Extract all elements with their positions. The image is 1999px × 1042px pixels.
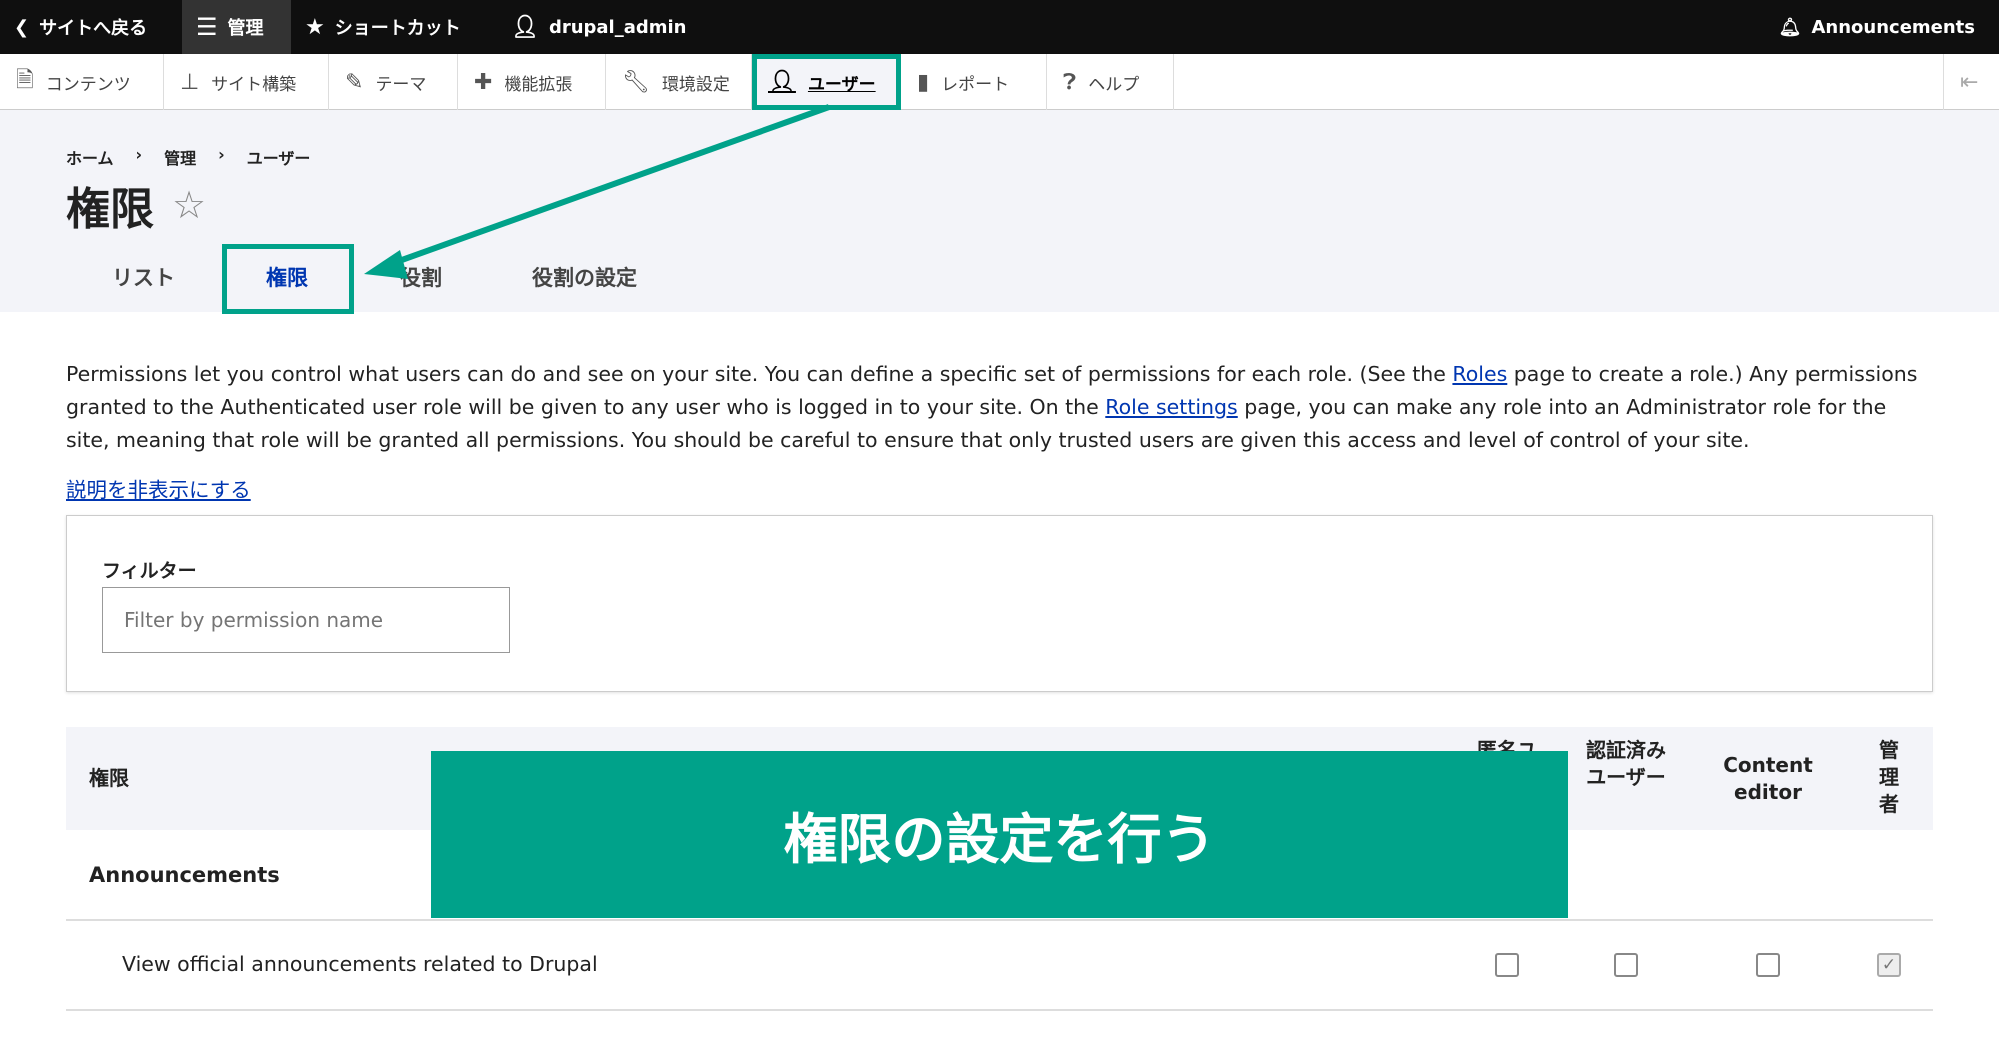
header-administrator: 管理者 [1879, 738, 1899, 816]
hide-description-link[interactable]: 説明を非表示にする [66, 473, 251, 503]
filter-input[interactable] [102, 587, 510, 653]
checkbox-authenticated[interactable] [1614, 953, 1638, 977]
permission-label: View official announcements related to D… [122, 952, 598, 976]
permission-group: Announcements [89, 863, 280, 887]
role-settings-link[interactable]: Role settings [1105, 395, 1237, 419]
row-divider [66, 1009, 1933, 1011]
header-authenticated: 認証済みユーザー [1586, 738, 1666, 789]
header-permission: 権限 [89, 766, 129, 790]
filter-label: フィルター [102, 560, 197, 582]
description: Permissions let you control what users c… [66, 362, 1918, 452]
header-content-editor: Content editor [1723, 753, 1813, 804]
roles-link[interactable]: Roles [1452, 362, 1507, 386]
annotation-arrow [364, 104, 831, 279]
row-divider [66, 919, 1933, 921]
annotation-banner: 権限の設定を行う [431, 751, 1568, 918]
checkbox-administrator[interactable]: ✓ [1877, 953, 1901, 977]
checkbox-anonymous[interactable] [1495, 953, 1519, 977]
checkbox-content-editor[interactable] [1756, 953, 1780, 977]
filter-box: フィルター [66, 515, 1933, 692]
